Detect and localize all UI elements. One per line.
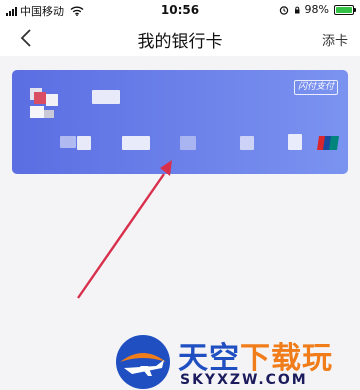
bank-logo-icon [30, 88, 64, 122]
card-number-obscured-1 [60, 136, 76, 148]
unionpay-logo-icon [317, 136, 339, 150]
card-number-obscured-3 [122, 136, 150, 150]
add-card-button[interactable]: 添卡 [322, 30, 348, 49]
watermark-title: 天空下载玩 [178, 333, 333, 377]
alarm-icon [279, 5, 288, 15]
watermark-domain: SKYXZW.COM [180, 372, 308, 388]
site-watermark: 天空下载玩 SKYXZW.COM [112, 332, 358, 390]
card-number-obscured-4 [180, 136, 196, 150]
orientation-lock-icon [294, 6, 300, 13]
nav-bar: 我的银行卡 添卡 [0, 20, 360, 56]
bank-name-obscured [92, 90, 120, 104]
watermark-title-orange: 下载玩 [240, 341, 333, 376]
status-right: 98% [279, 3, 356, 16]
status-bar: 中国移动 10:56 98% [0, 0, 360, 20]
quickpass-badge: 闪付支付 [294, 80, 339, 95]
card-number-obscured-5 [240, 136, 254, 150]
bank-card[interactable]: 闪付支付 [12, 70, 348, 174]
watermark-logo-icon [116, 335, 170, 389]
battery-percent: 98% [304, 3, 329, 16]
card-number-obscured-2 [77, 136, 91, 150]
battery-icon [334, 4, 356, 15]
page-title: 我的银行卡 [137, 32, 223, 52]
card-number-obscured-6 [288, 134, 302, 150]
watermark-title-blue: 天空 [178, 341, 240, 376]
